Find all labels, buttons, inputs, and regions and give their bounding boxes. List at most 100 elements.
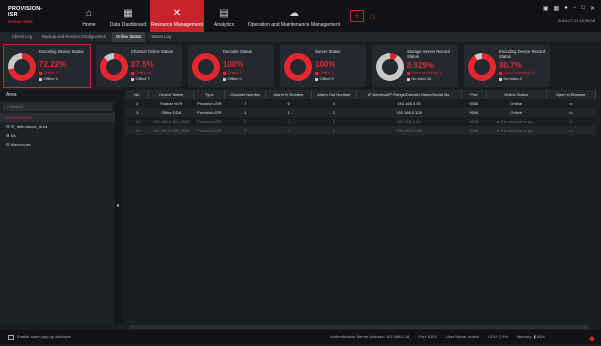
card-title: Storage Server Record Status	[407, 49, 450, 59]
card-decoder[interactable]: Decoder Status 100% Online 1 Offline 0	[188, 45, 274, 87]
grid-icon[interactable]: ▦	[554, 5, 560, 12]
cell-type: Provision-ISR	[193, 117, 225, 126]
tab-check-log[interactable]: Check Log	[8, 32, 36, 42]
auth-server-address: Authentication Server Address: 192.168.0…	[330, 334, 410, 339]
tab-status-log[interactable]: Status Log	[147, 32, 175, 42]
cell-channel-number: 7	[224, 99, 266, 108]
legend-swatch-icon	[39, 71, 42, 75]
tab-online-status[interactable]: Online Status	[112, 32, 146, 42]
tree-item-ir-attendance[interactable]: ⊟ IR_attendance_Area	[0, 122, 115, 131]
card-percent: 90.7%	[499, 61, 522, 70]
legend-text: Online 3	[319, 71, 334, 75]
legend-swatch-icon	[131, 77, 134, 81]
alarm-popup-toggle[interactable]: Enable alarm pop-up windows	[8, 330, 71, 344]
user-icon[interactable]: ●	[564, 5, 568, 12]
table-row[interactable]: 14 192.168.0.111_9008 Provision-ISR 0 0 …	[126, 117, 596, 126]
device-table: No. Device Name Type Channel Number Alar…	[126, 90, 596, 135]
card-encoding-record[interactable]: Encoding Device Record Status 90.7% Vide…	[464, 45, 550, 87]
card-online: Video recording 39	[499, 71, 535, 75]
cloud-icon: ☁	[289, 8, 299, 19]
column-header[interactable]: Device Name	[148, 90, 195, 99]
cell-channel-number: 0	[224, 117, 266, 126]
column-header[interactable]: Type	[193, 90, 226, 99]
column-header[interactable]: Open in Browser	[546, 90, 596, 99]
legend-text: Video recording 39	[503, 71, 536, 75]
close-button[interactable]: ✕	[590, 5, 595, 12]
open-browser-icon[interactable]: ▭	[546, 99, 596, 108]
open-browser-icon[interactable]: ▭	[546, 108, 596, 117]
open-browser-icon[interactable]: ▭	[546, 117, 596, 126]
checkbox-icon[interactable]	[8, 334, 14, 340]
cell-alarm-out: 0	[311, 126, 357, 135]
card-percent: 72.22%	[39, 60, 67, 69]
user-name: User Name: admin	[445, 334, 480, 339]
cell-alarm-in: 1	[265, 108, 312, 117]
open-browser-icon[interactable]: ▭	[546, 126, 596, 135]
minimize-button[interactable]: −	[573, 5, 577, 12]
device-table-panel: No. Device Name Type Channel Number Alar…	[123, 90, 601, 329]
donut-chart	[376, 53, 404, 81]
table-row[interactable]: 3 Office DDA Provision-ISR 1 1 1 192.168…	[126, 108, 596, 117]
tree-item-label: Default Area	[10, 115, 33, 120]
cell-type: Provision-ISR	[193, 99, 225, 108]
legend-text: Offline 5	[43, 77, 58, 81]
card-online: Online 49	[131, 71, 152, 75]
brand-name: PROVISION-ISR	[8, 6, 43, 18]
cell-ip-address: 192.168.0.50	[356, 99, 462, 108]
table-row[interactable]: 15 192.168.0.246_9008 Provision-ISR 0 0 …	[126, 126, 596, 135]
maximize-button[interactable]: □	[581, 5, 585, 12]
cell-online-status: ● The account or pa...	[486, 117, 546, 126]
sub-tabs: Check Log Backup and Restore Configurati…	[0, 32, 601, 42]
column-header[interactable]: Alarm In Number	[265, 90, 312, 99]
tree-item-sa[interactable]: ⊟ SA	[0, 131, 115, 140]
card-encoding-device[interactable]: Encoding Device Status 72.22% Online 13 …	[3, 44, 91, 88]
table-header-row: No. Device Name Type Channel Number Alar…	[126, 90, 596, 99]
card-offline: No video 51	[407, 77, 432, 81]
nav-resource-management[interactable]: ✕ Resource Management	[150, 0, 204, 32]
column-header[interactable]: Online Status	[486, 90, 547, 99]
add-tab-button[interactable]: +	[350, 10, 364, 22]
search-input[interactable]: ⌕ Search	[3, 103, 112, 111]
top-bar: PROVISION-ISR Ocean VMS ⌂ Home ▦ Data Da…	[0, 0, 601, 32]
lock-icon[interactable]: ▣	[543, 5, 549, 12]
cell-ip-address: 192.168.0.111	[356, 117, 462, 126]
card-title: Encoding Device Record Status	[499, 49, 546, 59]
tab-backup-restore[interactable]: Backup and Restore Configuration	[38, 32, 110, 42]
column-header[interactable]: Alarm Out Number	[311, 90, 358, 99]
dashboard-icon: ▦	[123, 8, 133, 19]
cell-type: Provision-ISR	[193, 108, 225, 117]
card-online: Online 13	[39, 71, 60, 75]
column-header[interactable]: No.	[126, 90, 150, 99]
legend-text: No video 51	[411, 77, 432, 81]
briefcase-icon[interactable]: ⌂	[370, 11, 375, 21]
cell-no: 3	[126, 108, 149, 117]
card-storage-record[interactable]: Storage Server Record Status 8.929% Vide…	[372, 45, 458, 87]
card-offline: Offline 0	[223, 77, 242, 81]
card-offline: Offline 5	[39, 77, 58, 81]
column-header[interactable]: Channel Number	[224, 90, 267, 99]
tree-item-default-area[interactable]: ⊟ Default Area	[0, 113, 115, 122]
legend-text: Online 49	[135, 71, 152, 75]
horizontal-scrollbar[interactable]	[129, 325, 589, 329]
card-channel-online[interactable]: Channel Online Status 87.5% Online 49 Of…	[96, 45, 182, 87]
donut-chart	[8, 53, 36, 81]
nav-analytics[interactable]: ▤ Analytics	[208, 0, 240, 32]
column-header[interactable]: IP Address/IP Range/Domain Name/Serial N…	[356, 90, 463, 99]
home-icon: ⌂	[85, 8, 93, 19]
nav-operation-maintenance[interactable]: ☁ Operation and Maintenance Management	[244, 0, 344, 32]
nav-home[interactable]: ⌂ Home	[72, 0, 106, 32]
cell-no: 2	[126, 99, 149, 108]
card-online: Online 1	[223, 71, 242, 75]
column-header[interactable]: Port	[461, 90, 487, 99]
server-port: Port: 6100	[418, 334, 437, 339]
brand-subtitle: Ocean VMS	[8, 19, 33, 24]
nav-data-dashboard[interactable]: ▦ Data Dashboard	[108, 0, 148, 32]
table-row[interactable]: 2 Shahar NVR Provision-ISR 7 6 4 192.168…	[126, 99, 596, 108]
panel-splitter[interactable]: ◂	[115, 90, 123, 324]
tree-item-label: Warehouse	[10, 142, 31, 147]
tree-item-warehouse[interactable]: ⊟ Warehouse	[0, 140, 115, 149]
cell-ip-address: 192.168.0.246	[356, 126, 462, 135]
cell-device-name: Office DDA	[148, 108, 194, 117]
card-server[interactable]: Server Status 100% Online 3 Offline 0	[280, 45, 366, 87]
collapse-arrow-icon[interactable]: ◂	[116, 202, 119, 209]
